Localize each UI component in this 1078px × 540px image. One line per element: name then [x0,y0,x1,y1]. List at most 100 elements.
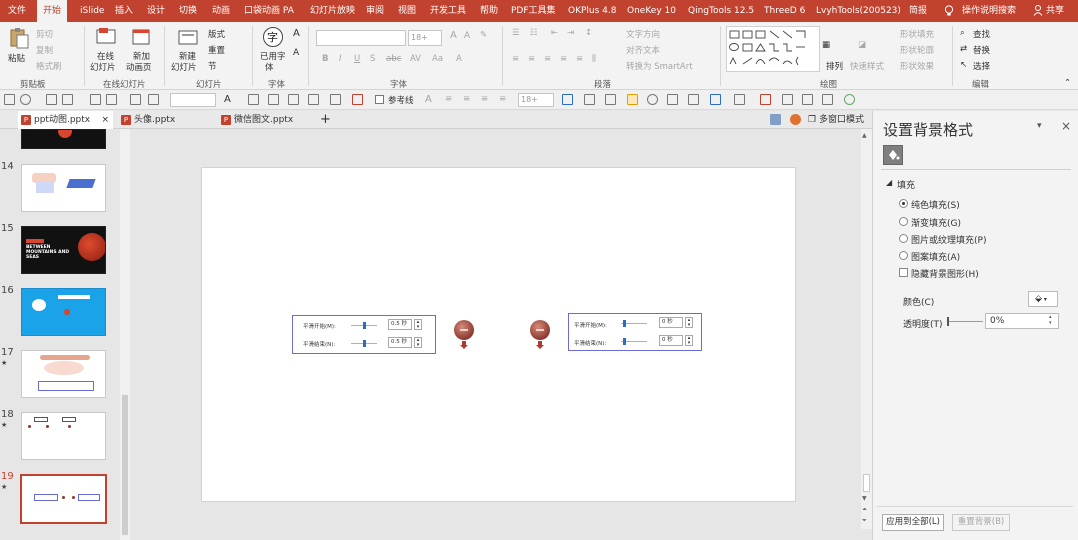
change-case-icon[interactable]: Aa [432,54,443,64]
increase-font-icon[interactable]: A [293,28,300,39]
distribute-icon[interactable]: ≡ [576,54,583,64]
toolbar-tool-icon[interactable] [268,94,279,105]
shape-effects-button[interactable]: 形状效果 [900,60,934,72]
slider-handle[interactable] [363,340,366,347]
tab-home[interactable]: 开始 [37,0,68,22]
toolbar-align-icon[interactable]: ≡ [481,94,488,104]
slide-thumbnail-selected[interactable] [20,474,107,524]
decrease-indent-icon[interactable]: ⇤ [551,28,558,38]
toolbar-font-select[interactable] [170,93,216,107]
scroll-up-icon[interactable]: ▲ [862,132,867,139]
spinner-arrows-icon[interactable]: ▴ ▾ [685,317,693,328]
tab-developer[interactable]: 开发工具 [430,0,466,22]
toolbar-tool-icon[interactable] [90,94,101,105]
radio-pattern-fill[interactable] [899,251,908,260]
toolbar-tool-icon[interactable] [782,94,793,105]
multiwindow-button[interactable]: ❐ 多窗口模式 [808,111,864,129]
toolbar-tool-icon[interactable] [562,94,573,105]
find-button[interactable]: 查找 [973,28,990,40]
underline-icon[interactable]: U [354,54,360,64]
tell-me-search[interactable]: 操作说明搜索 [962,0,1016,22]
align-center-icon[interactable]: ≡ [528,54,535,64]
tab-view[interactable]: 视图 [398,0,416,22]
toolbar-tool-icon[interactable] [734,94,745,105]
slide-thumbnail[interactable] [21,350,106,398]
close-icon[interactable]: × [101,111,109,129]
smooth-end-spinner[interactable]: 0.5 秒 [388,337,412,348]
gradient-fill-label[interactable]: 渐变填充(G) [911,216,961,229]
justify-icon[interactable]: ≡ [560,54,567,64]
spinner-arrows-icon[interactable]: ▴ ▾ [685,335,693,346]
toolbar-tool-icon[interactable] [308,94,319,105]
toolbar-align-icon[interactable]: ≡ [499,94,506,104]
new-animation-button-line2[interactable]: 动画页 [126,61,152,73]
grow-font-icon[interactable]: A [450,30,457,41]
hide-bg-graphics-checkbox[interactable] [899,268,908,277]
quick-styles-icon[interactable]: ◪ [858,40,866,50]
tab-onekey[interactable]: OneKey 10 [627,0,676,22]
toolbar-tool-icon[interactable] [605,94,616,105]
scroll-down-icon[interactable]: ▼ [862,495,867,502]
quick-styles-button[interactable]: 快速样式 [850,60,884,72]
tab-animations[interactable]: 动画 [212,0,230,22]
toolbar-tool-icon[interactable] [352,94,363,105]
toolbar-align-icon[interactable]: ≡ [463,94,470,104]
toolbar-tool-icon[interactable] [688,94,699,105]
tab-islide[interactable]: iSlide [80,0,104,22]
tab-okplus[interactable]: OKPlus 4.8 [568,0,616,22]
toolbar-size-select[interactable]: 18+ [518,93,554,107]
solid-fill-label[interactable]: 纯色填充(S) [911,198,960,211]
slide-canvas[interactable]: 平滑开始(M): 0.5 秒 ▴ ▾ 平滑结束(N): 0.5 秒 ▴ ▾ 平滑开始… [201,167,796,502]
layout-button[interactable]: 版式 [208,28,225,40]
toolbar-tool-icon[interactable] [627,94,638,105]
font-name-select[interactable] [316,30,406,46]
toolbar-font-icon[interactable]: A [224,94,231,105]
shadow-icon[interactable]: S [370,54,375,64]
transparency-slider[interactable] [947,321,983,322]
chevron-down-icon[interactable]: ▾ [1037,121,1042,131]
settings-icon[interactable] [790,114,801,125]
strikethrough-icon[interactable]: abc [386,54,401,64]
new-slide-button-line2[interactable]: 幻灯片 [171,61,197,73]
toolbar-tool-icon[interactable] [844,94,855,105]
scroll-thumb[interactable] [863,474,870,492]
align-left-icon[interactable]: ≡ [512,54,519,64]
slide-thumbnail[interactable]: BETWEEN MOUNTAINS AND SEAS [21,226,106,274]
bold-icon[interactable]: B [322,54,328,64]
toolbar-tool-icon[interactable] [710,94,721,105]
slider-handle[interactable] [623,320,626,327]
align-right-icon[interactable]: ≡ [544,54,551,64]
italic-icon[interactable]: I [339,54,342,64]
online-slides-button-line2[interactable]: 幻灯片 [90,61,116,73]
toolbar-align-icon[interactable]: ≡ [445,94,452,104]
hide-bg-graphics-label[interactable]: 隐藏背景图形(H) [911,267,979,280]
toolbar-tool-icon[interactable] [802,94,813,105]
slider-handle[interactable] [947,317,949,326]
tool-icon[interactable] [770,114,781,125]
format-painter-button[interactable]: 格式刷 [36,60,62,72]
reset-background-button[interactable]: 重置背景(B) [952,514,1010,531]
select-icon[interactable]: ↖ [960,60,967,70]
collapse-ribbon-icon[interactable]: ⌃ [1064,78,1071,88]
tab-slideshow[interactable]: 幻灯片放映 [310,0,355,22]
doc-tab-ppt-animation[interactable]: Pppt动图.pptx × [18,111,113,129]
new-animation-icon[interactable] [130,26,152,48]
copy-button[interactable]: 复制 [36,44,53,56]
slide-thumbnail[interactable] [21,288,106,336]
thumbnail-scrollbar[interactable] [120,129,130,540]
tab-pdf-tools[interactable]: PDF工具集 [511,0,556,22]
text-direction-button[interactable]: 文字方向 [626,28,660,40]
section-collapse-icon[interactable]: ◢ [886,178,892,187]
tab-lvyhtools[interactable]: LvyhTools(200523) [816,0,901,22]
toolbar-tool-icon[interactable] [584,94,595,105]
tab-threed[interactable]: ThreeD 6 [764,0,805,22]
shapes-gallery[interactable] [726,26,820,72]
toolbar-tool-icon[interactable] [330,94,341,105]
color-picker-button[interactable]: ⬙ ▾ [1028,291,1058,307]
ball-shape[interactable] [454,320,474,340]
align-text-button[interactable]: 对齐文本 [626,44,660,56]
spinner-arrows-icon[interactable]: ▴ ▾ [414,337,422,348]
numbering-icon[interactable]: ☷ [530,28,538,38]
smooth-start-spinner[interactable]: 0 秒 [659,317,683,328]
fill-section-header[interactable]: 填充 [897,178,915,191]
